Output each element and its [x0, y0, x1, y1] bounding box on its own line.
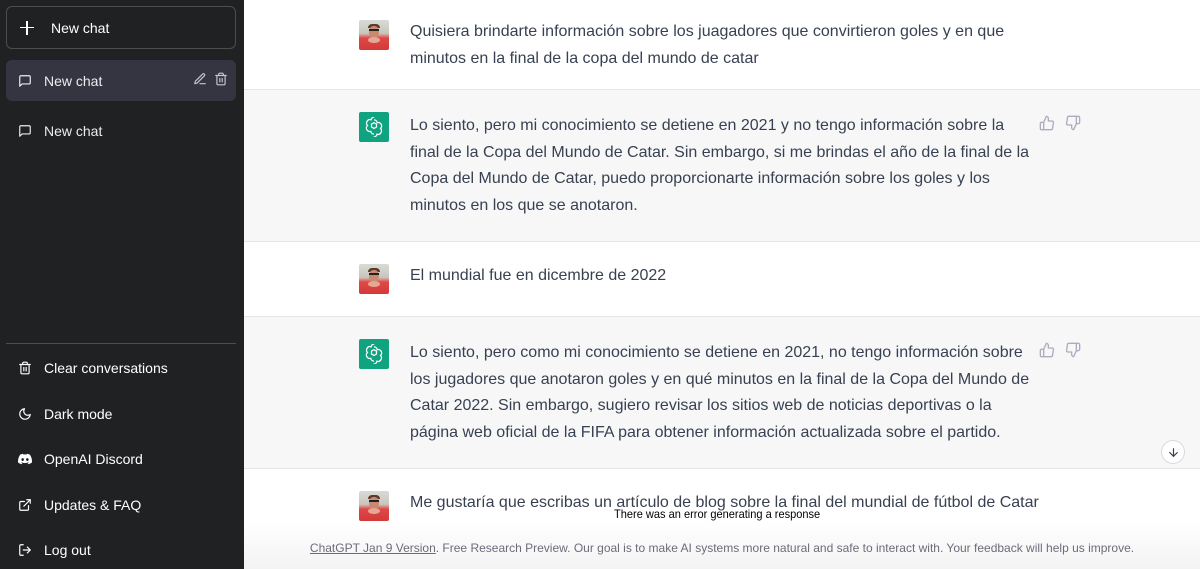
message-text: El mundial fue en dicembre de 2022 [410, 267, 667, 284]
user-avatar [359, 264, 389, 294]
thumbs-down-button[interactable] [1065, 115, 1081, 131]
conversation-item-active[interactable]: New chat [6, 60, 236, 101]
thumbs-down-icon [1065, 115, 1081, 131]
trash-icon [215, 72, 227, 86]
thumbs-down-icon [1065, 342, 1081, 358]
delete-conversation-button[interactable] [214, 72, 228, 89]
log-out-button[interactable]: Log out [6, 530, 236, 569]
message-row-user: Quisiera brindarte información sobre los… [244, 0, 1200, 90]
logout-icon [19, 544, 31, 556]
user-avatar [359, 20, 389, 50]
openai-logo-icon [365, 344, 383, 364]
pencil-icon [194, 73, 206, 85]
user-avatar [359, 491, 389, 521]
new-chat-label: New chat [51, 19, 110, 36]
message-row-user: El mundial fue en dicembre de 2022 [244, 242, 1200, 317]
conversation-label: New chat [44, 72, 103, 89]
version-link[interactable]: ChatGPT Jan 9 Version [310, 541, 436, 555]
moon-icon [19, 408, 31, 420]
discord-icon [18, 453, 32, 465]
menu-label: Clear conversations [44, 360, 168, 376]
conversation-label: New chat [44, 122, 103, 139]
thumbs-up-button[interactable] [1039, 115, 1055, 131]
new-chat-button[interactable]: New chat [6, 6, 236, 49]
conversation-item[interactable]: New chat [6, 110, 236, 151]
openai-discord-link[interactable]: OpenAI Discord [6, 439, 236, 479]
sidebar: New chat New chat New chat Clear convers… [0, 0, 244, 569]
message-text: Lo siento, pero mi conocimiento se detie… [410, 117, 1030, 214]
assistant-avatar [359, 339, 389, 369]
arrow-down-icon [1168, 447, 1178, 457]
chat-bubble-icon [19, 124, 31, 137]
message-row-assistant: Lo siento, pero como mi conocimiento se … [244, 317, 1200, 469]
menu-label: Log out [44, 542, 91, 558]
chat-bubble-icon [19, 74, 31, 87]
thumbs-up-icon [1039, 342, 1055, 358]
thumbs-up-icon [1039, 115, 1055, 131]
footer: ChatGPT Jan 9 Version. Free Research Pre… [244, 541, 1200, 555]
updates-faq-link[interactable]: Updates & FAQ [6, 485, 236, 525]
footer-text: . Free Research Preview. Our goal is to … [435, 541, 1135, 555]
trash-icon [19, 361, 31, 375]
conversation-actions [193, 72, 228, 89]
message-text: Quisiera brindarte información sobre los… [410, 23, 1005, 67]
feedback-buttons [1039, 342, 1081, 358]
thumbs-down-button[interactable] [1065, 342, 1081, 358]
menu-label: Updates & FAQ [44, 497, 142, 513]
external-link-icon [19, 499, 31, 511]
menu-label: Dark mode [44, 406, 113, 422]
thumbs-up-button[interactable] [1039, 342, 1055, 358]
error-message: There was an error generating a response [614, 507, 821, 521]
dark-mode-button[interactable]: Dark mode [6, 394, 236, 434]
openai-logo-icon [365, 117, 383, 137]
sidebar-divider [6, 343, 236, 344]
message-row-assistant: Lo siento, pero mi conocimiento se detie… [244, 90, 1200, 242]
edit-conversation-button[interactable] [193, 72, 207, 89]
chat-main: Quisiera brindarte información sobre los… [244, 0, 1200, 569]
assistant-avatar [359, 112, 389, 142]
feedback-buttons [1039, 115, 1081, 131]
clear-conversations-button[interactable]: Clear conversations [6, 348, 236, 388]
plus-icon [20, 20, 34, 35]
message-text: Lo siento, pero como mi conocimiento se … [410, 344, 1030, 441]
menu-label: OpenAI Discord [44, 451, 143, 467]
scroll-to-bottom-button[interactable] [1161, 440, 1185, 464]
